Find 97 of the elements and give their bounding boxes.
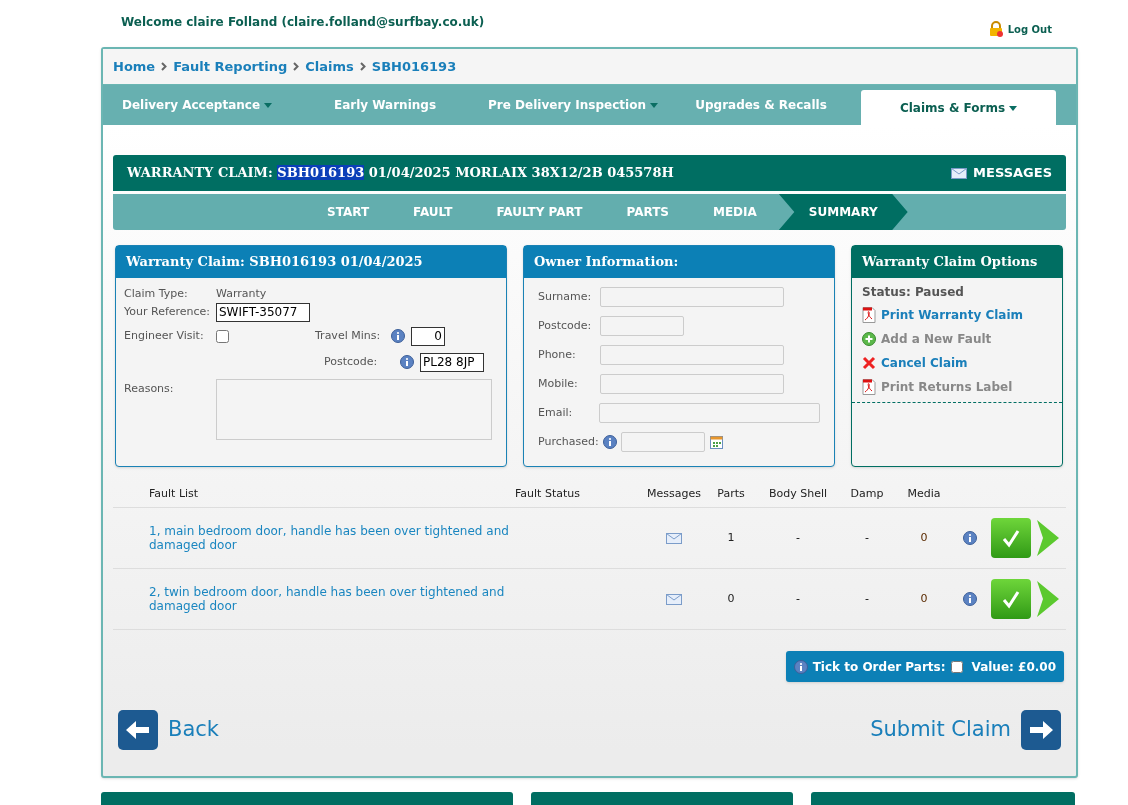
fault-link[interactable]: 1, main bedroom door, handle has been over tightened and damaged door — [149, 524, 509, 552]
option-link[interactable]: Print Warranty Claim — [862, 306, 1052, 324]
owner-field[interactable] — [600, 316, 684, 336]
field-label: Engineer Visit: — [124, 327, 205, 344]
claim-title: WARRANTY CLAIM: SBH016193 01/04/2025 MORLAIX 38X12/2B 045578H — [127, 164, 674, 183]
parts-value: Value: £0.00 — [971, 658, 1056, 676]
field-label: Postcode: — [324, 353, 379, 370]
field-label: Email: — [538, 404, 574, 421]
info-icon — [602, 435, 617, 449]
reference-field[interactable]: SWIFT-35077 — [216, 302, 310, 322]
owner-field[interactable] — [600, 345, 784, 365]
field-label: Mobile: — [538, 375, 579, 392]
step-tab[interactable]: FAULT — [391, 203, 475, 221]
chevron-right-icon[interactable] — [1035, 519, 1061, 557]
breadcrumb-link[interactable]: Claims — [305, 56, 354, 77]
chevron-right-icon[interactable] — [1035, 580, 1061, 618]
chevron-icon — [161, 62, 168, 71]
owner-field[interactable] — [599, 403, 820, 423]
panel-title: Warranty Claim Options — [862, 253, 1038, 272]
step-tab[interactable]: START — [305, 203, 392, 221]
owner-field[interactable] — [600, 287, 784, 307]
panel-title: Warranty Claim: SBH016193 01/04/2025 — [126, 253, 423, 272]
field-label: Your Reference: — [124, 303, 212, 320]
welcome-text: Welcome claire Folland (claire.folland@surfbay.co.uk) — [121, 14, 485, 31]
submit-claim-button[interactable]: Submit Claim — [870, 710, 1061, 750]
nav-tab[interactable]: Claims & Forms — [861, 90, 1056, 125]
claim-type-value: Warranty — [216, 286, 267, 301]
envelope-icon[interactable] — [666, 532, 682, 544]
field-label: Claim Type: — [124, 286, 189, 301]
field-label: Phone: — [538, 346, 577, 363]
nav-tab[interactable]: Pre Delivery Inspection — [479, 85, 667, 125]
postcode-field[interactable]: PL28 8JP — [420, 352, 484, 372]
status-text: Status: Paused — [862, 285, 964, 299]
chevron-icon — [293, 62, 300, 71]
damp-value: - — [864, 590, 870, 607]
info-icon — [793, 659, 808, 674]
pdf-file-icon — [862, 307, 876, 323]
order-parts-label: Tick to Order Parts: — [812, 658, 946, 676]
media-count: 0 — [919, 529, 929, 546]
padlock-icon — [987, 21, 1004, 37]
parts-count: 1 — [726, 529, 736, 546]
arrow-right-icon — [1021, 710, 1061, 750]
envelope-icon[interactable] — [951, 167, 968, 179]
checkmark-icon — [1001, 528, 1021, 548]
logout-link[interactable]: Log Out — [987, 21, 1052, 37]
back-button[interactable]: Back — [118, 710, 219, 750]
info-icon — [391, 329, 405, 343]
info-icon — [963, 531, 977, 545]
body-shell-value: - — [795, 590, 801, 607]
plus-circle-icon — [862, 332, 876, 346]
nav-tab[interactable]: Upgrades & Recalls — [667, 85, 855, 125]
step-tab[interactable]: PARTS — [604, 203, 691, 221]
body-shell-value: - — [795, 529, 801, 546]
messages-button[interactable]: MESSAGES — [951, 163, 1052, 183]
breadcrumb-link[interactable]: Fault Reporting — [173, 56, 288, 77]
nav-tab[interactable]: Delivery Acceptance — [103, 85, 291, 125]
step-tab[interactable]: FAULTY PART — [474, 203, 605, 221]
engineer-visit-checkbox[interactable] — [216, 329, 229, 343]
chevron-icon — [359, 62, 366, 71]
column-header: Messages — [646, 485, 702, 502]
column-header: Damp — [849, 485, 885, 502]
travel-mins-field[interactable]: 0 — [411, 326, 445, 346]
close-icon — [862, 356, 876, 370]
damp-value: - — [864, 529, 870, 546]
nav-tab[interactable]: Early Warnings — [291, 85, 479, 125]
owner-field[interactable] — [620, 432, 705, 452]
column-header: Fault List — [148, 485, 200, 502]
info-icon — [400, 355, 414, 369]
media-count: 0 — [919, 590, 929, 607]
column-header: Parts — [716, 485, 746, 502]
field-label: Purchased: — [538, 433, 599, 450]
approve-button[interactable] — [991, 579, 1031, 619]
order-parts-checkbox[interactable] — [950, 660, 963, 673]
info-icon — [963, 592, 977, 606]
owner-field[interactable] — [600, 374, 784, 394]
field-label: Surname: — [538, 288, 593, 305]
step-tab[interactable]: SUMMARY — [778, 194, 908, 230]
fault-link[interactable]: 2, twin bedroom door, handle has been over tightened and damaged door — [149, 585, 509, 613]
step-tab[interactable]: MEDIA — [691, 203, 779, 221]
approve-button[interactable] — [991, 518, 1031, 558]
breadcrumb-link[interactable]: SBH016193 — [371, 56, 457, 77]
column-header: Fault Status — [515, 485, 581, 502]
field-label: Travel Mins: — [315, 327, 382, 344]
option-link[interactable]: Cancel Claim — [862, 354, 1052, 372]
pdf-file-icon — [862, 379, 876, 395]
panel-title: Owner Information: — [534, 253, 679, 272]
reasons-field[interactable] — [216, 379, 492, 440]
checkmark-icon — [1001, 589, 1021, 609]
field-label: Reasons: — [124, 381, 175, 397]
field-label: Postcode: — [538, 317, 593, 334]
envelope-icon[interactable] — [666, 593, 682, 605]
calendar-icon[interactable] — [709, 435, 723, 449]
arrow-left-icon — [118, 710, 158, 750]
breadcrumb-link[interactable]: Home — [113, 56, 156, 77]
column-header: Body Shell — [767, 485, 829, 502]
parts-count: 0 — [726, 590, 736, 607]
column-header: Media — [906, 485, 942, 502]
